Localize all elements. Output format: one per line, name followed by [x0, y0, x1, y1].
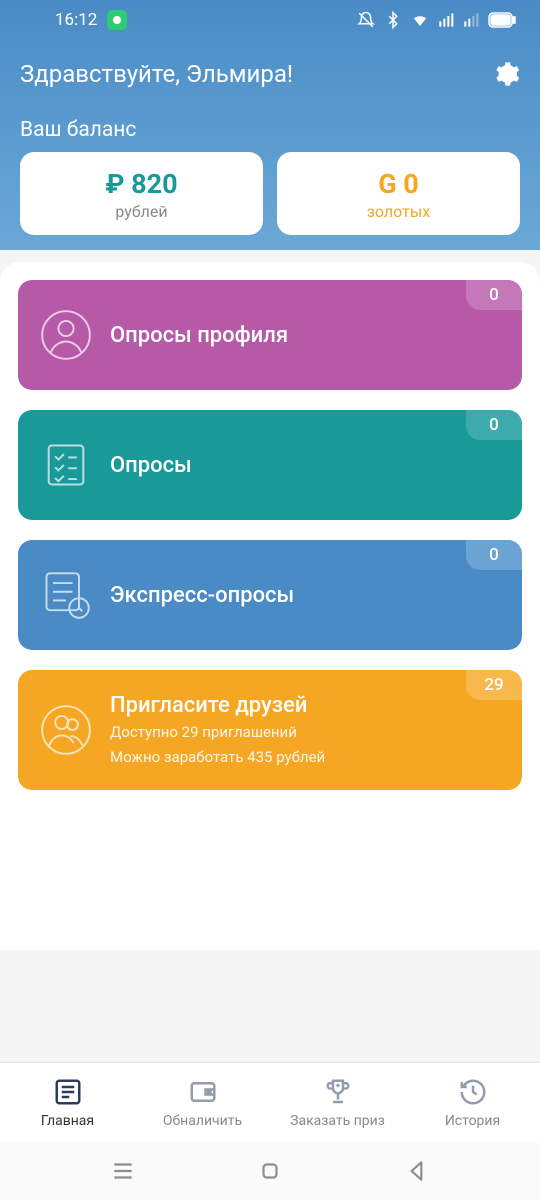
greeting-text: Здравствуйте, Эльмира!	[20, 60, 293, 88]
signal-icon	[438, 12, 454, 28]
recent-apps-icon[interactable]	[110, 1158, 136, 1184]
settings-icon[interactable]	[492, 60, 520, 88]
gold-sublabel: золотых	[287, 202, 510, 221]
badge-count: 29	[466, 670, 522, 700]
header: Здравствуйте, Эльмира! Ваш баланс ₽ 820 …	[0, 40, 540, 250]
status-time: 16:12	[55, 10, 97, 30]
rubles-amount: ₽ 820	[30, 168, 253, 200]
wifi-icon	[411, 11, 429, 29]
nav-label: История	[445, 1113, 500, 1129]
badge-count: 0	[466, 280, 522, 310]
checklist-clock-icon	[40, 569, 92, 621]
profile-surveys-card[interactable]: Опросы профиля 0	[18, 280, 522, 390]
content-panel: Опросы профиля 0 Опросы 0 Экспресс-опрос…	[0, 262, 540, 950]
home-icon[interactable]	[257, 1158, 283, 1184]
nav-label: Главная	[41, 1113, 94, 1129]
people-icon	[40, 704, 92, 756]
card-title: Опросы	[110, 453, 502, 478]
rubles-card[interactable]: ₽ 820 рублей	[20, 152, 263, 235]
bluetooth-icon	[384, 11, 402, 29]
battery-icon	[488, 12, 516, 28]
nav-label: Обналичить	[163, 1113, 242, 1129]
badge-count: 0	[466, 410, 522, 440]
gold-amount: G 0	[287, 168, 510, 200]
card-title: Экспресс-опросы	[110, 583, 502, 608]
status-bar: 16:12	[0, 0, 540, 40]
card-subtitle-2: Можно заработать 435 рублей	[110, 747, 502, 767]
invite-friends-card[interactable]: Пригласите друзей Доступно 29 приглашени…	[18, 670, 522, 790]
card-title: Опросы профиля	[110, 323, 502, 348]
nav-history[interactable]: История	[405, 1063, 540, 1142]
person-icon	[40, 309, 92, 361]
gold-card[interactable]: G 0 золотых	[277, 152, 520, 235]
status-indicators	[357, 11, 516, 29]
wallet-icon	[188, 1077, 218, 1107]
card-title: Пригласите друзей	[110, 693, 502, 718]
trophy-icon	[323, 1077, 353, 1107]
nav-home[interactable]: Главная	[0, 1063, 135, 1142]
nav-cashout[interactable]: Обналичить	[135, 1063, 270, 1142]
home-list-icon	[53, 1077, 83, 1107]
system-nav	[0, 1142, 540, 1200]
history-icon	[458, 1077, 488, 1107]
nav-prize[interactable]: Заказать приз	[270, 1063, 405, 1142]
card-subtitle-1: Доступно 29 приглашений	[110, 722, 502, 742]
status-app-icon	[107, 10, 127, 30]
balance-label: Ваш баланс	[20, 118, 520, 142]
bottom-nav: Главная Обналичить Заказать приз История	[0, 1062, 540, 1142]
nav-label: Заказать приз	[290, 1113, 385, 1129]
signal2-icon	[463, 12, 479, 28]
checklist-icon	[40, 439, 92, 491]
back-icon[interactable]	[404, 1158, 430, 1184]
rubles-sublabel: рублей	[30, 202, 253, 221]
surveys-card[interactable]: Опросы 0	[18, 410, 522, 520]
express-surveys-card[interactable]: Экспресс-опросы 0	[18, 540, 522, 650]
mute-icon	[357, 11, 375, 29]
badge-count: 0	[466, 540, 522, 570]
